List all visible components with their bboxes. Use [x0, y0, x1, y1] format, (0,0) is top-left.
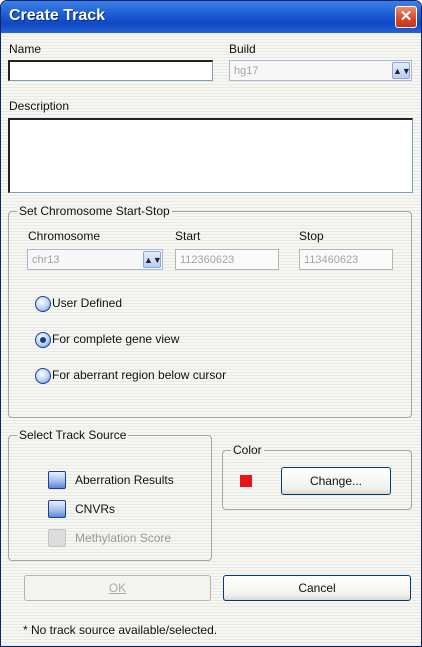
- description-label: Description: [9, 99, 70, 113]
- chevron-down-icon[interactable]: ▲▼: [392, 62, 411, 79]
- stop-input[interactable]: 113460623: [299, 249, 393, 270]
- radio-user-defined-label[interactable]: User Defined: [52, 296, 122, 310]
- dialog-title: Create Track: [9, 7, 106, 24]
- title-bar[interactable]: Create Track ✕: [1, 1, 421, 33]
- build-label: Build: [229, 42, 256, 56]
- checkbox-cnvrs-label[interactable]: CNVRs: [75, 502, 115, 516]
- description-textarea[interactable]: [8, 118, 413, 193]
- track-source-group-title: Select Track Source: [17, 428, 129, 442]
- chromosome-select[interactable]: chr13 ▲▼: [27, 249, 163, 270]
- radio-aberrant-region[interactable]: [35, 368, 51, 384]
- cancel-button[interactable]: Cancel: [223, 575, 411, 601]
- build-select[interactable]: hg17 ▲▼: [229, 60, 412, 81]
- ok-button-label: OK: [108, 581, 127, 595]
- start-input[interactable]: 112360623: [175, 249, 279, 270]
- change-color-button[interactable]: Change...: [281, 467, 391, 495]
- checkbox-methylation-score-label[interactable]: Methylation Score: [75, 531, 171, 545]
- close-icon: ✕: [399, 8, 413, 25]
- radio-complete-gene-view[interactable]: [35, 332, 51, 348]
- name-label: Name: [9, 42, 42, 56]
- color-swatch: [240, 475, 252, 487]
- start-label: Start: [175, 229, 201, 243]
- radio-user-defined[interactable]: [35, 296, 51, 312]
- ok-button[interactable]: OK: [24, 575, 211, 601]
- chromosome-label: Chromosome: [28, 229, 101, 243]
- color-group-title: Color: [231, 443, 264, 457]
- create-track-dialog: Create Track ✕ Name Build hg17 ▲▼ Descri…: [0, 0, 422, 647]
- cancel-button-label: Cancel: [298, 581, 336, 595]
- status-text: * No track source available/selected.: [23, 623, 218, 637]
- build-select-value: hg17: [234, 65, 259, 77]
- checkbox-cnvrs[interactable]: [48, 500, 66, 518]
- checkbox-aberration-results[interactable]: [48, 471, 66, 489]
- chromosome-select-value: chr13: [32, 254, 60, 266]
- radio-aberrant-region-label[interactable]: For aberrant region below cursor: [52, 368, 226, 382]
- chromosome-group-title: Set Chromosome Start-Stop: [17, 204, 172, 218]
- radio-complete-gene-view-label[interactable]: For complete gene view: [52, 332, 179, 346]
- chevron-down-icon[interactable]: ▲▼: [143, 251, 162, 268]
- radio-selected-dot: [40, 337, 46, 343]
- close-button[interactable]: ✕: [395, 6, 417, 28]
- checkbox-aberration-results-label[interactable]: Aberration Results: [75, 473, 174, 487]
- checkbox-methylation-score[interactable]: [48, 529, 66, 547]
- stop-label: Stop: [299, 229, 324, 243]
- name-input[interactable]: [8, 60, 213, 81]
